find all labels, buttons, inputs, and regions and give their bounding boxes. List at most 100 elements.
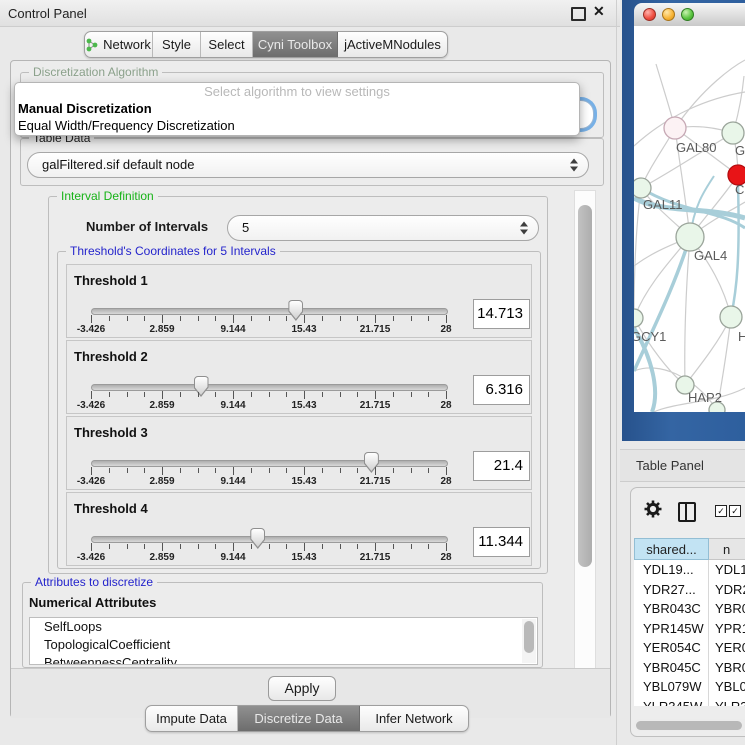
cell-shared-name[interactable]: YDL19... bbox=[634, 560, 709, 580]
combo-stepper-icon bbox=[520, 222, 528, 235]
threshold-value-field[interactable]: 11.344 bbox=[473, 527, 530, 557]
slider-tick-label: 21.715 bbox=[352, 400, 398, 411]
tab-select[interactable]: Select bbox=[201, 32, 253, 57]
slider-tick bbox=[340, 468, 341, 473]
cell-name[interactable]: YDR2 bbox=[709, 580, 745, 600]
window-minimize-button[interactable] bbox=[662, 8, 675, 21]
slider-track[interactable] bbox=[91, 536, 448, 543]
table-row[interactable]: YER054CYER0 bbox=[634, 638, 745, 658]
content-scrollbar-thumb[interactable] bbox=[578, 205, 592, 567]
cell-shared-name[interactable]: YBL079W bbox=[634, 677, 709, 697]
table-row[interactable]: YDR27...YDR2 bbox=[634, 580, 745, 600]
gear-icon[interactable] bbox=[644, 500, 662, 518]
threshold-label: Threshold 4 bbox=[74, 501, 148, 516]
column-header-shared-name[interactable]: shared... bbox=[634, 538, 709, 560]
cell-name[interactable]: YLR3 bbox=[709, 697, 745, 707]
network-node[interactable] bbox=[722, 122, 744, 144]
slider-tick bbox=[411, 392, 412, 397]
slider-tick bbox=[286, 468, 287, 473]
slider-tick bbox=[109, 468, 110, 473]
checkbox-icon[interactable]: ✓ bbox=[715, 505, 727, 517]
slider-tick bbox=[127, 544, 128, 549]
close-icon[interactable]: ✕ bbox=[593, 3, 605, 20]
cell-shared-name[interactable]: YPR145W bbox=[634, 619, 709, 639]
slider-tick bbox=[286, 392, 287, 397]
network-node[interactable] bbox=[676, 223, 704, 251]
cell-shared-name[interactable]: YER054C bbox=[634, 638, 709, 658]
checkbox-icon[interactable]: ✓ bbox=[729, 505, 741, 517]
float-window-icon[interactable] bbox=[571, 7, 586, 21]
table-hscrollbar[interactable] bbox=[634, 719, 745, 731]
slider-tick bbox=[304, 315, 305, 323]
tab-network[interactable]: Network bbox=[85, 32, 153, 57]
tab-label: Discretize Data bbox=[254, 711, 342, 726]
combo-stepper-icon bbox=[570, 159, 578, 172]
slider-tick bbox=[180, 468, 181, 473]
table-row[interactable]: YDL19...YDL1 bbox=[634, 560, 745, 580]
table-data-group: Table Data galFiltered.sif default node bbox=[20, 138, 604, 186]
slider-thumb[interactable] bbox=[288, 300, 303, 321]
network-canvas[interactable]: GAL80GCGAL11GAL4GCY1HHAP2 bbox=[634, 26, 745, 412]
table-row[interactable]: YPR145WYPR1 bbox=[634, 619, 745, 639]
cell-name[interactable]: YBL0 bbox=[709, 677, 745, 697]
tab-style[interactable]: Style bbox=[153, 32, 201, 57]
network-node[interactable] bbox=[720, 306, 742, 328]
slider-tick bbox=[109, 544, 110, 549]
threshold-block: Threshold 2-3.4262.8599.14415.4321.71528… bbox=[66, 340, 532, 414]
slider-tick-label: 28 bbox=[423, 324, 469, 335]
tab-jactivemnodules[interactable]: jActiveMNodules bbox=[338, 32, 447, 57]
slider-track[interactable] bbox=[91, 384, 448, 391]
attribute-list-item[interactable]: TopologicalCoefficient bbox=[30, 636, 537, 654]
tab-impute-data[interactable]: Impute Data bbox=[146, 706, 238, 731]
cell-name[interactable]: YBR0 bbox=[709, 658, 745, 678]
slider-tick-label: 2.859 bbox=[139, 552, 185, 563]
cell-name[interactable]: YBR0 bbox=[709, 599, 745, 619]
cell-name[interactable]: YPR1 bbox=[709, 619, 745, 639]
network-node[interactable] bbox=[634, 309, 643, 327]
apply-button[interactable]: Apply bbox=[268, 676, 336, 701]
network-node-label: GAL80 bbox=[676, 140, 716, 155]
cell-shared-name[interactable]: YLR345W bbox=[634, 697, 709, 707]
slider-tick-label: 2.859 bbox=[139, 476, 185, 487]
column-header-name[interactable]: n bbox=[709, 538, 745, 560]
tab-cyni-toolbox[interactable]: Cyni Toolbox bbox=[253, 32, 338, 57]
cell-name[interactable]: YDL1 bbox=[709, 560, 745, 580]
popup-placeholder-item[interactable]: Select algorithm to view settings bbox=[15, 83, 579, 100]
cell-shared-name[interactable]: YBR043C bbox=[634, 599, 709, 619]
table-row[interactable]: YLR345WYLR3 bbox=[634, 697, 745, 707]
slider-thumb[interactable] bbox=[194, 376, 209, 397]
slider-tick bbox=[375, 543, 376, 551]
table-row[interactable]: YBR043CYBR0 bbox=[634, 599, 745, 619]
attribute-list-item[interactable]: SelfLoops bbox=[30, 618, 537, 636]
numerical-attributes-list[interactable]: SelfLoopsTopologicalCoefficientBetweenne… bbox=[29, 617, 538, 665]
threshold-value-field[interactable]: 6.316 bbox=[473, 375, 530, 405]
network-window-titlebar[interactable] bbox=[634, 3, 745, 27]
network-node[interactable] bbox=[634, 178, 651, 198]
table-row[interactable]: YBR045CYBR0 bbox=[634, 658, 745, 678]
tab-infer-network[interactable]: Infer Network bbox=[360, 706, 468, 731]
list-scrollbar-thumb[interactable] bbox=[522, 619, 536, 663]
tab-discretize-data[interactable]: Discretize Data bbox=[238, 706, 360, 731]
threshold-value-field[interactable]: 14.713 bbox=[473, 299, 530, 329]
popup-item-manual-discretization[interactable]: Manual Discretization bbox=[15, 100, 579, 117]
popup-item-equal-width-frequency[interactable]: Equal Width/Frequency Discretization bbox=[15, 117, 579, 134]
slider-thumb[interactable] bbox=[364, 452, 379, 473]
threshold-value-field[interactable]: 21.4 bbox=[473, 451, 530, 481]
slider-thumb[interactable] bbox=[250, 528, 265, 549]
split-columns-icon[interactable] bbox=[678, 502, 696, 522]
slider-tick bbox=[198, 468, 199, 473]
attribute-list-item[interactable]: BetweennessCentrality bbox=[30, 654, 537, 665]
slider-track[interactable] bbox=[91, 308, 448, 315]
cell-shared-name[interactable]: YBR045C bbox=[634, 658, 709, 678]
panel-divider[interactable] bbox=[616, 0, 617, 745]
window-zoom-button[interactable] bbox=[681, 8, 694, 21]
table-data-combobox[interactable]: galFiltered.sif default node bbox=[27, 152, 589, 178]
cell-shared-name[interactable]: YDR27... bbox=[634, 580, 709, 600]
network-node[interactable] bbox=[664, 117, 686, 139]
window-close-button[interactable] bbox=[643, 8, 656, 21]
slider-tick-label: 15.43 bbox=[281, 324, 327, 335]
number-of-intervals-combobox[interactable]: 5 bbox=[227, 215, 539, 241]
slider-track[interactable] bbox=[91, 460, 448, 467]
table-row[interactable]: YBL079WYBL0 bbox=[634, 677, 745, 697]
cell-name[interactable]: YER0 bbox=[709, 638, 745, 658]
